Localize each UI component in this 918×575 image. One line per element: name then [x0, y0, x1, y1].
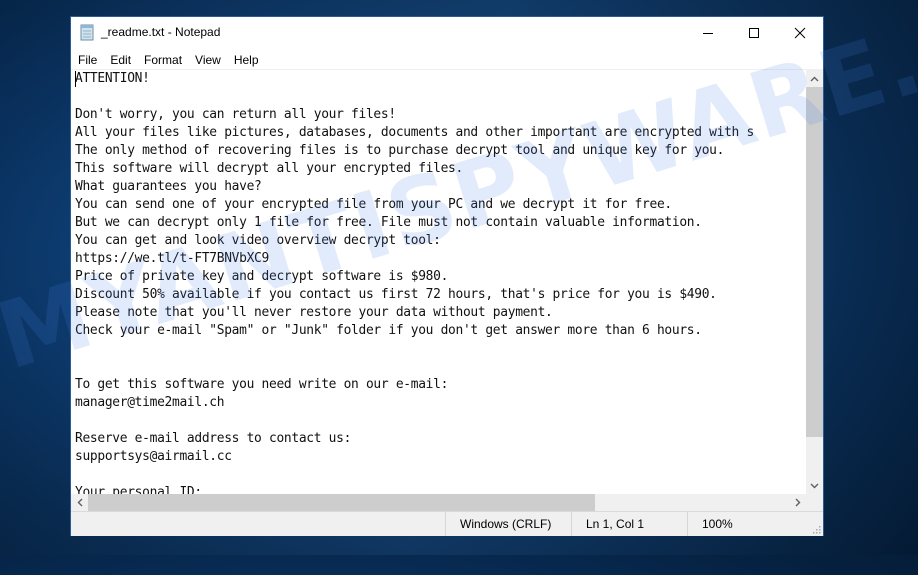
minimize-button[interactable]	[685, 17, 731, 49]
menu-help[interactable]: Help	[227, 49, 265, 69]
status-line-ending: Windows (CRLF)	[445, 512, 571, 536]
minimize-icon	[703, 33, 713, 34]
chevron-up-icon	[810, 76, 819, 81]
status-cursor-position: Ln 1, Col 1	[571, 512, 687, 536]
notepad-window: _readme.txt - Notepad File Edit Format V…	[71, 17, 823, 536]
chevron-right-icon	[795, 498, 800, 507]
maximize-icon	[749, 28, 759, 38]
resize-grip-icon[interactable]	[811, 524, 821, 534]
close-icon	[794, 27, 806, 39]
menu-edit[interactable]: Edit	[103, 49, 137, 69]
vertical-scroll-thumb[interactable]	[806, 87, 823, 437]
scroll-up-button[interactable]	[806, 70, 823, 87]
notepad-app-icon	[80, 24, 94, 41]
menu-format[interactable]: Format	[137, 49, 188, 69]
chevron-down-icon	[810, 483, 819, 488]
status-zoom-level: 100%	[687, 512, 807, 536]
document-text[interactable]: ATTENTION! Don't worry, you can return a…	[75, 70, 754, 494]
scroll-right-button[interactable]	[789, 494, 806, 511]
text-editor[interactable]: ATTENTION! Don't worry, you can return a…	[71, 70, 806, 494]
vertical-scrollbar[interactable]	[806, 70, 823, 494]
menu-file[interactable]: File	[71, 49, 103, 69]
status-bar: Windows (CRLF) Ln 1, Col 1 100%	[71, 511, 823, 536]
title-bar[interactable]: _readme.txt - Notepad	[71, 17, 823, 49]
menu-view[interactable]: View	[188, 49, 227, 69]
menu-bar: File Edit Format View Help	[71, 49, 823, 69]
scroll-down-button[interactable]	[806, 477, 823, 494]
window-title: _readme.txt - Notepad	[101, 25, 221, 39]
horizontal-scrollbar[interactable]	[71, 494, 806, 511]
horizontal-scroll-thumb[interactable]	[88, 494, 595, 511]
scrollbar-corner	[806, 494, 823, 511]
scroll-left-button[interactable]	[71, 494, 88, 511]
close-button[interactable]	[777, 17, 823, 49]
maximize-button[interactable]	[731, 17, 777, 49]
chevron-left-icon	[77, 498, 82, 507]
text-caret	[75, 71, 76, 87]
